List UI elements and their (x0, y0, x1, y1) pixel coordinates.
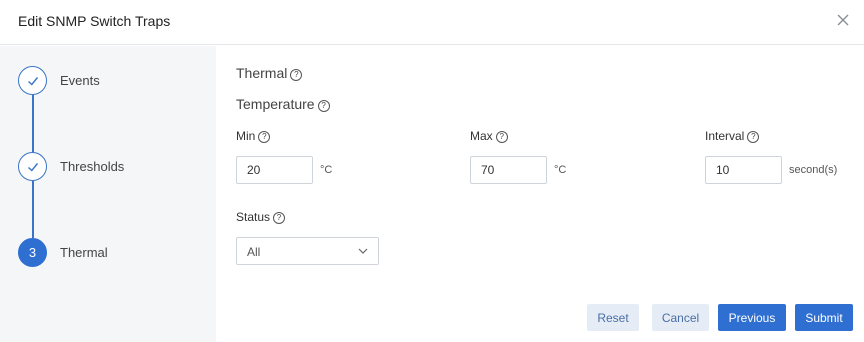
max-unit: °C (554, 164, 567, 176)
max-label: Max? (470, 129, 508, 143)
step-label-thermal[interactable]: Thermal (60, 245, 108, 260)
dialog-title: Edit SNMP Switch Traps (18, 13, 171, 29)
interval-unit: second(s) (789, 164, 838, 176)
interval-input[interactable] (705, 156, 782, 184)
min-label-text: Min (236, 129, 256, 143)
cancel-button[interactable]: Cancel (652, 304, 709, 331)
status-label: Status? (236, 210, 286, 224)
step-label-events[interactable]: Events (60, 73, 100, 88)
submit-button[interactable]: Submit (795, 304, 853, 331)
step-connector (32, 181, 34, 238)
interval-label: Interval? (705, 129, 760, 143)
dialog-header: Edit SNMP Switch Traps (0, 0, 864, 45)
max-label-text: Max (470, 129, 493, 143)
help-icon[interactable]: ? (273, 212, 286, 224)
help-icon[interactable]: ? (495, 131, 508, 143)
min-unit: °C (320, 164, 333, 176)
step-label-thresholds[interactable]: Thresholds (60, 159, 124, 174)
help-icon[interactable]: ? (747, 131, 760, 143)
min-label: Min? (236, 129, 271, 143)
min-input[interactable] (236, 156, 313, 184)
previous-button[interactable]: Previous (718, 304, 786, 331)
close-icon[interactable] (834, 11, 852, 29)
section-title: Thermal? (236, 65, 303, 81)
help-icon[interactable]: ? (317, 100, 330, 112)
max-input[interactable] (470, 156, 547, 184)
check-icon (18, 152, 47, 181)
step-connector (32, 95, 34, 152)
check-icon (18, 66, 47, 95)
help-icon[interactable]: ? (258, 131, 271, 143)
status-select[interactable]: All (236, 237, 379, 265)
status-select-value: All (247, 245, 261, 259)
help-icon[interactable]: ? (290, 69, 303, 81)
subsection-title-text: Temperature (236, 96, 315, 112)
stepper-sidebar: Events Thresholds 3 Thermal (0, 46, 216, 342)
subsection-title: Temperature? (236, 96, 330, 112)
interval-label-text: Interval (705, 129, 745, 143)
status-label-text: Status (236, 210, 271, 224)
section-title-text: Thermal (236, 65, 288, 81)
reset-button[interactable]: Reset (587, 304, 639, 331)
step-number-badge: 3 (18, 238, 47, 267)
chevron-down-icon (358, 248, 368, 254)
